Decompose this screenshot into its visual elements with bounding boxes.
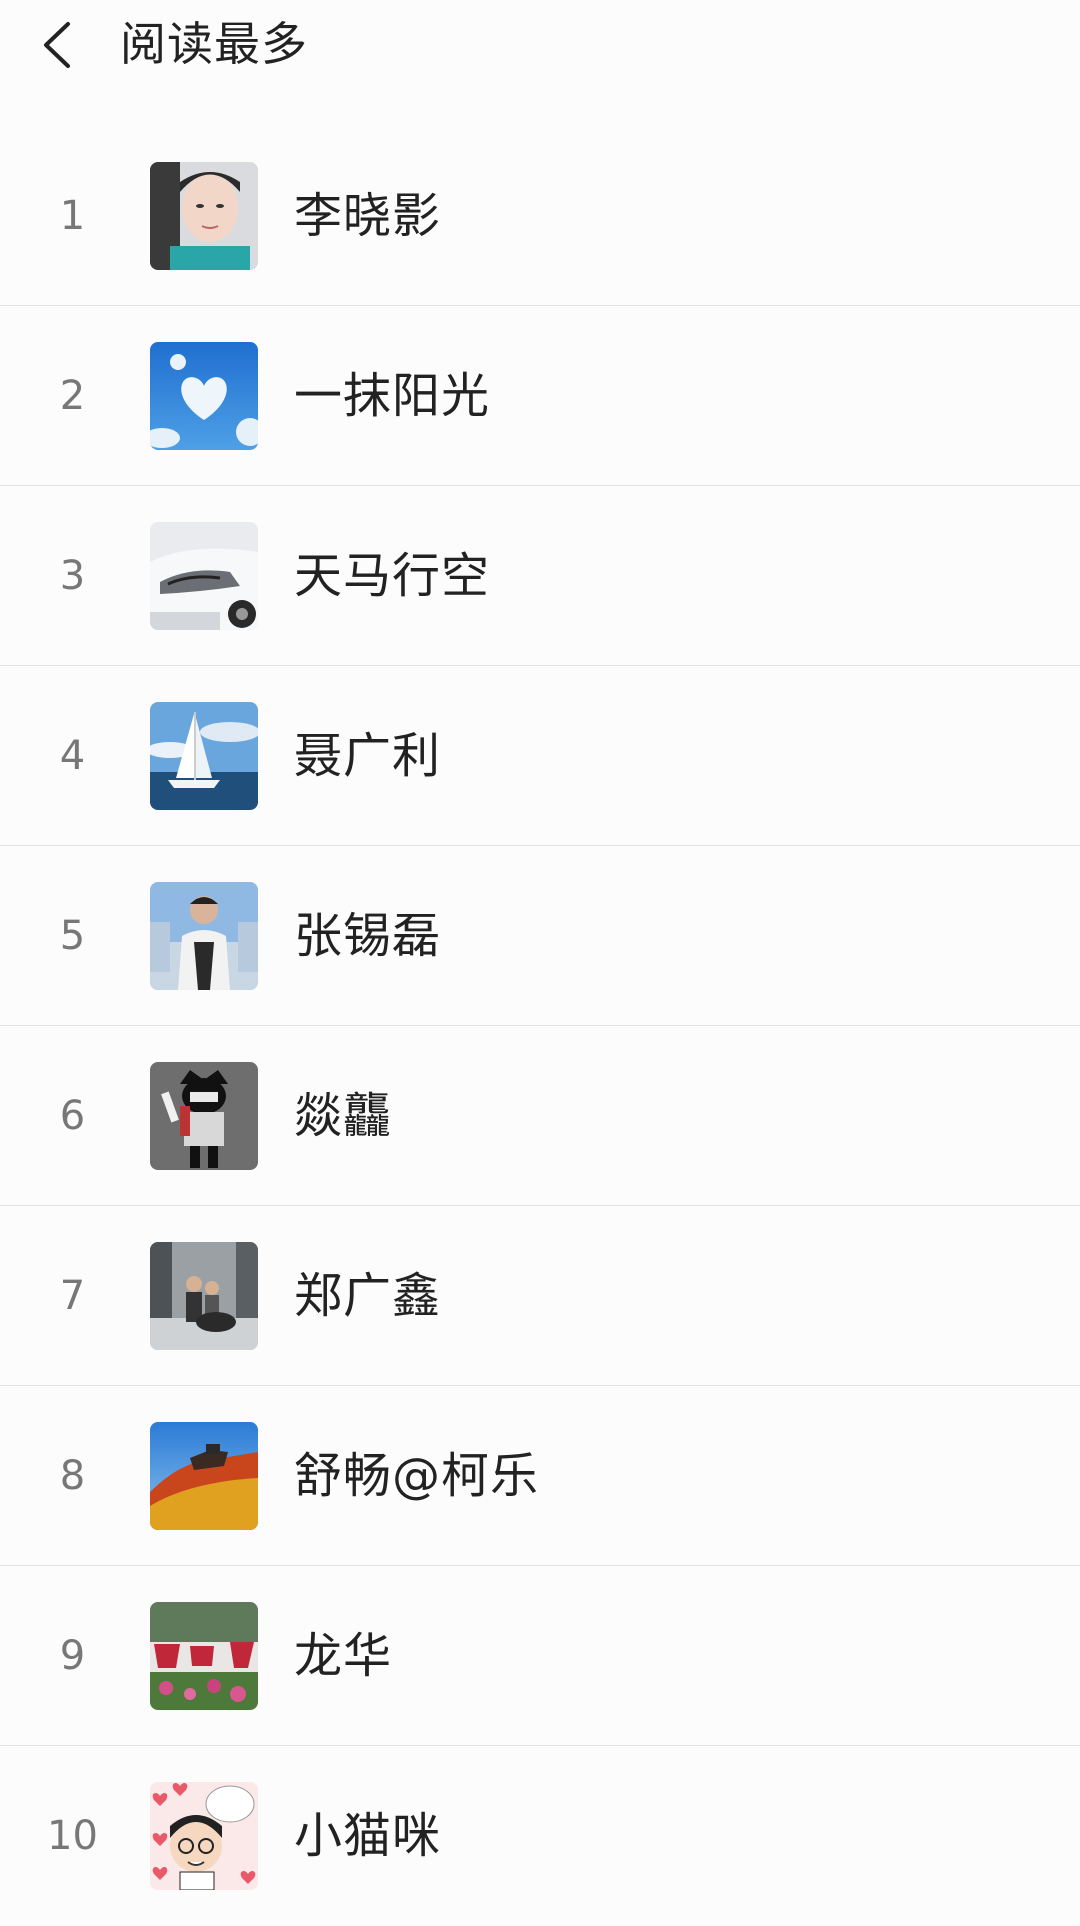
rank-number: 9 (59, 1633, 86, 1679)
sailboat-avatar (150, 702, 258, 810)
rank-number: 8 (59, 1453, 86, 1499)
chevron-left-icon (44, 22, 70, 68)
user-name: 聂广利 (294, 728, 442, 784)
people-outdoor-avatar (150, 1242, 258, 1350)
man-portrait-avatar (150, 882, 258, 990)
rank-number: 6 (59, 1093, 86, 1139)
user-name: 李晓影 (294, 188, 442, 244)
user-name: 小猫咪 (294, 1808, 442, 1864)
rank-number: 4 (59, 733, 86, 779)
list-item[interactable]: 3 天马行空 (0, 486, 1080, 666)
user-name: 燚龘 (294, 1088, 393, 1144)
flower-garden-avatar (150, 1602, 258, 1710)
list-item[interactable]: 4 聂广利 (0, 666, 1080, 846)
user-name: 张锡磊 (294, 908, 442, 964)
rank-number: 3 (59, 553, 86, 599)
rank-number: 5 (59, 913, 86, 959)
back-button[interactable] (30, 10, 90, 80)
list-item[interactable]: 2 一抹阳光 (0, 306, 1080, 486)
list-item[interactable]: 1 李晓影 (0, 126, 1080, 306)
rank-number: 7 (59, 1273, 86, 1319)
user-name: 一抹阳光 (294, 368, 491, 424)
list-item[interactable]: 10 小猫咪 (0, 1746, 1080, 1926)
ranking-list: 1 李晓影 2 一抹阳光 3 天马行空 4 聂广利 5 张锡磊 6 燚龘 7 郑… (0, 126, 1080, 1926)
woman-portrait-avatar (150, 162, 258, 270)
list-item[interactable]: 6 燚龘 (0, 1026, 1080, 1206)
rank-number: 10 (47, 1813, 98, 1859)
rank-number: 2 (59, 373, 86, 419)
user-name: 郑广鑫 (294, 1268, 442, 1324)
rank-number: 1 (59, 193, 86, 239)
cartoon-character-avatar (150, 1062, 258, 1170)
list-item[interactable]: 8 舒畅@柯乐 (0, 1386, 1080, 1566)
white-car-avatar (150, 522, 258, 630)
list-item[interactable]: 5 张锡磊 (0, 846, 1080, 1026)
page-title: 阅读最多 (120, 17, 308, 71)
header-bar: 阅读最多 (0, 0, 1080, 100)
list-item[interactable]: 9 龙华 (0, 1566, 1080, 1746)
list-item[interactable]: 7 郑广鑫 (0, 1206, 1080, 1386)
cartoon-face-hearts-avatar (150, 1782, 258, 1890)
user-name: 天马行空 (294, 548, 491, 604)
user-name: 舒畅@柯乐 (294, 1448, 540, 1504)
great-wall-avatar (150, 1422, 258, 1530)
user-name: 龙华 (294, 1628, 393, 1684)
heart-cloud-sky-avatar (150, 342, 258, 450)
